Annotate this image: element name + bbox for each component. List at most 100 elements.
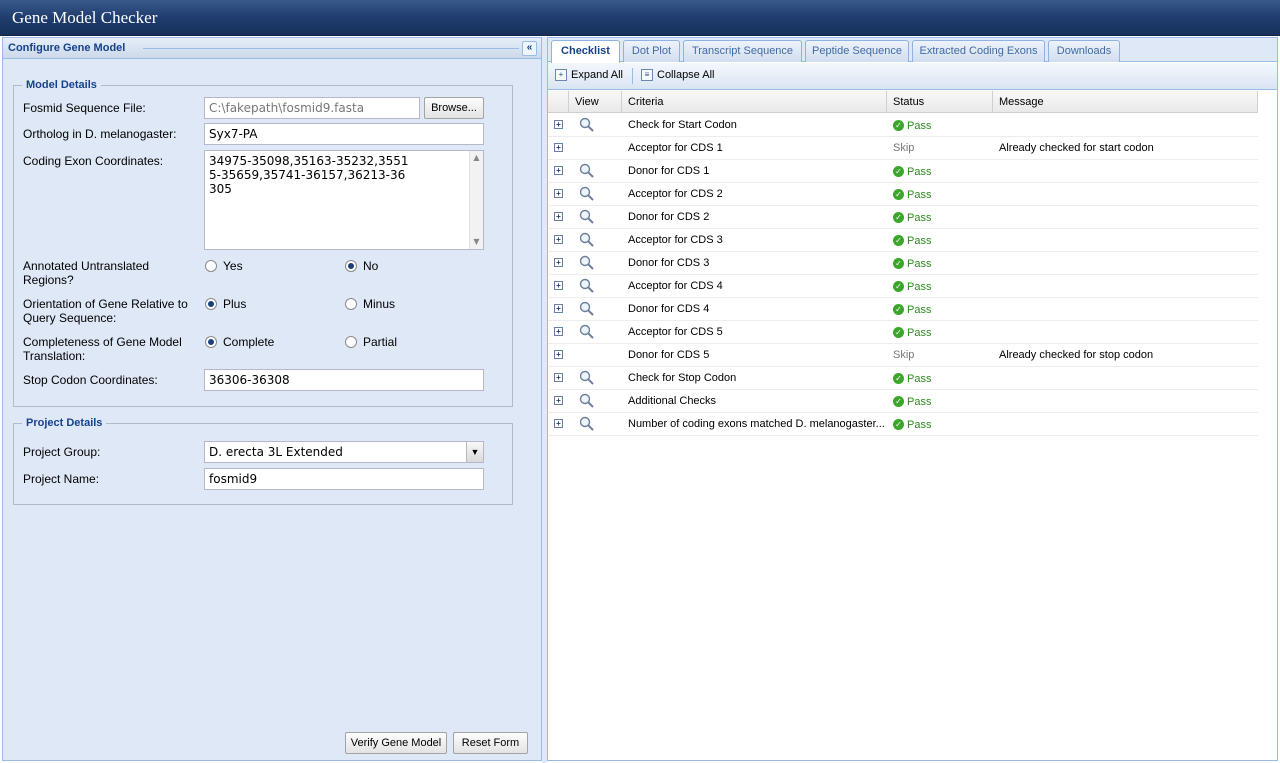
status-cell: ✓ Pass (887, 413, 993, 436)
criteria-cell: Additional Checks (628, 395, 717, 407)
magnifier-icon[interactable] (579, 416, 595, 432)
expand-row-icon[interactable]: + (554, 373, 563, 382)
status-cell: ✓ Pass (887, 321, 993, 344)
utr-yes-radio[interactable]: Yes (205, 259, 243, 273)
magnifier-icon[interactable] (579, 301, 595, 317)
expand-row-icon[interactable]: + (554, 281, 563, 290)
check-circle-icon: ✓ (893, 212, 904, 223)
magnifier-icon[interactable] (579, 255, 595, 271)
table-row[interactable]: + Donor for CDS 2 ✓ Pass (548, 206, 1258, 229)
expand-row-icon[interactable]: + (554, 143, 563, 152)
completeness-complete-radio[interactable]: Complete (205, 335, 274, 349)
expand-row-icon[interactable]: + (554, 327, 563, 336)
table-row[interactable]: + Acceptor for CDS 5 ✓ Pass (548, 321, 1258, 344)
expand-row-icon[interactable]: + (554, 304, 563, 313)
utr-yes-label: Yes (223, 259, 243, 273)
ortholog-field[interactable]: Syx7-PA (204, 123, 484, 145)
status-cell: ✓ Pass (887, 390, 993, 413)
magnifier-icon[interactable] (579, 232, 595, 248)
browse-button[interactable]: Browse... (424, 97, 484, 119)
status-text: Pass (907, 234, 932, 247)
stop-codon-field[interactable]: 36306-36308 (204, 369, 484, 391)
coding-exon-textarea[interactable]: 34975-35098,35163-35232,35515-35659,3574… (204, 150, 484, 250)
radio-icon (345, 336, 357, 348)
expand-row-icon[interactable]: + (554, 419, 563, 428)
expand-all-label: Expand All (571, 69, 623, 81)
expand-row-icon[interactable]: + (554, 166, 563, 175)
table-row[interactable]: + Check for Start Codon ✓ Pass (548, 114, 1258, 137)
collapse-panel-button[interactable]: « (522, 41, 537, 56)
collapse-all-button[interactable]: ≡ Collapse All (641, 69, 714, 81)
magnifier-icon[interactable] (579, 163, 595, 179)
utr-no-radio[interactable]: No (345, 259, 378, 273)
expand-row-icon[interactable]: + (554, 235, 563, 244)
check-circle-icon: ✓ (893, 304, 904, 315)
project-name-field[interactable]: fosmid9 (204, 468, 484, 490)
expand-row-icon[interactable]: + (554, 189, 563, 198)
check-circle-icon: ✓ (893, 281, 904, 292)
check-circle-icon: ✓ (893, 189, 904, 200)
fosmid-file-field[interactable]: C:\fakepath\fosmid9.fasta (204, 97, 420, 119)
table-row[interactable]: + Donor for CDS 4 ✓ Pass (548, 298, 1258, 321)
magnifier-icon[interactable] (579, 278, 595, 294)
table-row[interactable]: + Acceptor for CDS 2 ✓ Pass (548, 183, 1258, 206)
grid-header: View Criteria Status Message (548, 91, 1258, 113)
expand-row-icon[interactable]: + (554, 258, 563, 267)
magnifier-icon[interactable] (579, 117, 595, 133)
coding-exon-text: 34975-35098,35163-35232,35515-35659,3574… (209, 154, 409, 196)
table-row[interactable]: + Check for Stop Codon ✓ Pass (548, 367, 1258, 390)
tab-extracted-coding-exons[interactable]: Extracted Coding Exons (912, 40, 1045, 62)
status-cell: Skip (893, 349, 915, 361)
table-row[interactable]: + Donor for CDS 1 ✓ Pass (548, 160, 1258, 183)
expand-row-icon[interactable]: + (554, 396, 563, 405)
coding-exon-label: Coding Exon Coordinates: (23, 154, 164, 168)
orientation-minus-label: Minus (363, 297, 396, 311)
project-group-value: D. erecta 3L Extended (209, 445, 343, 459)
reset-form-button[interactable]: Reset Form (453, 732, 528, 754)
expand-all-button[interactable]: + Expand All (555, 69, 623, 81)
column-header-status[interactable]: Status (887, 91, 993, 113)
table-row[interactable]: + Acceptor for CDS 3 ✓ Pass (548, 229, 1258, 252)
tab-checklist[interactable]: Checklist (551, 40, 620, 63)
table-row[interactable]: + Donor for CDS 3 ✓ Pass (548, 252, 1258, 275)
status-cell: ✓ Pass (887, 206, 993, 229)
column-header-message[interactable]: Message (993, 91, 1258, 113)
tab-downloads[interactable]: Downloads (1048, 40, 1120, 62)
textarea-scrollbar[interactable]: ▲ ▼ (469, 151, 483, 249)
expand-row-icon[interactable]: + (554, 350, 563, 359)
column-header-view[interactable]: View (569, 91, 622, 113)
status-text: Pass (907, 119, 932, 132)
project-group-select[interactable]: D. erecta 3L Extended ▼ (204, 441, 484, 463)
expand-row-icon[interactable]: + (554, 120, 563, 129)
table-row[interactable]: + Acceptor for CDS 1 Skip Already checked f… (548, 137, 1258, 160)
magnifier-icon[interactable] (579, 209, 595, 225)
magnifier-icon[interactable] (579, 393, 595, 409)
orientation-minus-radio[interactable]: Minus (345, 297, 395, 311)
table-row[interactable]: + Acceptor for CDS 4 ✓ Pass (548, 275, 1258, 298)
tab-peptide-sequence[interactable]: Peptide Sequence (805, 40, 909, 62)
chevron-down-icon[interactable]: ▼ (466, 442, 483, 462)
orientation-plus-radio[interactable]: Plus (205, 297, 246, 311)
table-row[interactable]: + Number of coding exons matched D. melan… (548, 413, 1258, 436)
grid-toolbar: + Expand All ≡ Collapse All (548, 63, 1277, 90)
table-row[interactable]: + Additional Checks ✓ Pass (548, 390, 1258, 413)
completeness-partial-radio[interactable]: Partial (345, 335, 397, 349)
project-group-label: Project Group: (23, 445, 101, 459)
ortholog-label: Ortholog in D. melanogaster: (23, 127, 177, 141)
tab-dot-plot[interactable]: Dot Plot (623, 40, 680, 62)
check-circle-icon: ✓ (893, 373, 904, 384)
magnifier-icon[interactable] (579, 186, 595, 202)
column-header-criteria[interactable]: Criteria (622, 91, 887, 113)
expand-row-icon[interactable]: + (554, 212, 563, 221)
verify-gene-model-button[interactable]: Verify Gene Model (345, 732, 447, 754)
status-text: Pass (907, 211, 932, 224)
fosmid-label: Fosmid Sequence File: (23, 101, 146, 115)
status-cell: ✓ Pass (887, 252, 993, 275)
table-row[interactable]: + Donor for CDS 5 Skip Already checked for … (548, 344, 1258, 367)
magnifier-icon[interactable] (579, 370, 595, 386)
magnifier-icon[interactable] (579, 324, 595, 340)
status-cell: ✓ Pass (887, 183, 993, 206)
status-cell: ✓ Pass (887, 298, 993, 321)
status-cell: ✓ Pass (887, 160, 993, 183)
tab-transcript-sequence[interactable]: Transcript Sequence (683, 40, 802, 62)
